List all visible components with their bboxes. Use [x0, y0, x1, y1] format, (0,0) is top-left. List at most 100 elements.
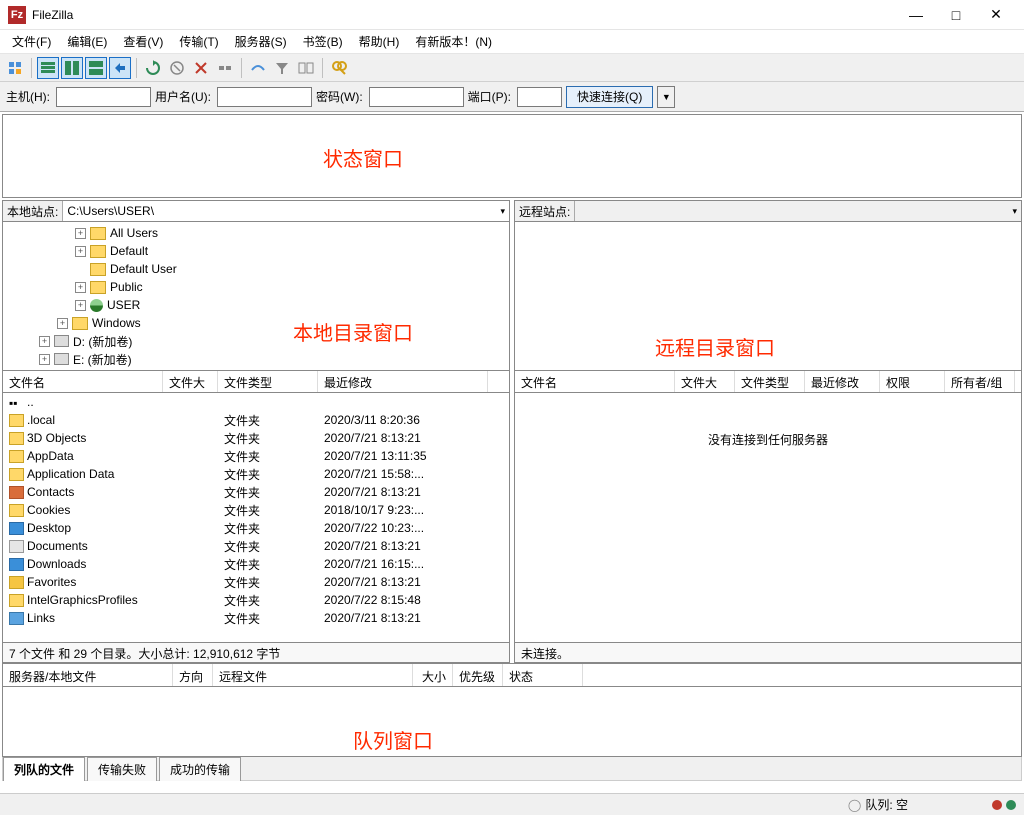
file-row[interactable]: 3D Objects文件夹2020/7/21 8:13:21 [3, 429, 509, 447]
port-input[interactable] [517, 87, 562, 107]
column-header[interactable]: 文件类型 [218, 371, 318, 392]
expander-icon[interactable]: + [75, 246, 86, 257]
remote-file-list-header[interactable]: 文件名文件大小文件类型最近修改权限所有者/组 [514, 371, 1022, 393]
process-queue-button[interactable] [166, 57, 188, 79]
tree-node[interactable]: +F: (新加卷) [3, 368, 509, 371]
sync-browse-button[interactable] [109, 57, 131, 79]
column-header[interactable]: 权限 [880, 371, 945, 392]
favorites-icon [9, 576, 24, 589]
contacts-icon [9, 486, 24, 499]
column-header[interactable]: 服务器/本地文件 [3, 664, 173, 686]
tree-node[interactable]: +D: (新加卷) [3, 332, 509, 350]
host-input[interactable] [56, 87, 151, 107]
menu-item[interactable]: 服务器(S) [227, 30, 295, 53]
expander-icon[interactable]: + [57, 318, 68, 329]
column-header[interactable]: 远程文件 [213, 664, 413, 686]
file-type: 文件夹 [218, 592, 318, 609]
reconnect-button[interactable] [247, 57, 269, 79]
expander-icon[interactable]: + [39, 336, 50, 347]
queue-tab[interactable]: 成功的传输 [159, 757, 241, 781]
column-header[interactable]: 方向 [173, 664, 213, 686]
user-icon [90, 299, 103, 312]
column-header[interactable]: 文件名 [3, 371, 163, 392]
file-row[interactable]: Favorites文件夹2020/7/21 8:13:21 [3, 573, 509, 591]
expander-icon[interactable]: + [75, 228, 86, 239]
tree-node[interactable]: +USER [3, 296, 509, 314]
toggle-tree-button[interactable] [61, 57, 83, 79]
file-row[interactable]: Application Data文件夹2020/7/21 15:58:... [3, 465, 509, 483]
disconnect-button[interactable] [214, 57, 236, 79]
column-header[interactable]: 状态 [503, 664, 583, 686]
file-modified: 2020/7/21 15:58:... [318, 467, 488, 481]
menu-item[interactable]: 查看(V) [115, 30, 171, 53]
column-header[interactable]: 所有者/组 [945, 371, 1015, 392]
tree-node[interactable]: +E: (新加卷) [3, 350, 509, 368]
file-modified: 2020/7/21 8:13:21 [318, 431, 488, 445]
cancel-button[interactable] [190, 57, 212, 79]
menu-item[interactable]: 编辑(E) [59, 30, 115, 53]
queue-body[interactable]: 队列窗口 [2, 687, 1022, 757]
menu-item[interactable]: 有新版本！(N) [407, 30, 500, 53]
tree-node[interactable]: Default User [3, 260, 509, 278]
tree-node[interactable]: +Public [3, 278, 509, 296]
column-header[interactable]: 文件类型 [735, 371, 805, 392]
file-row[interactable]: IntelGraphicsProfiles文件夹2020/7/22 8:15:4… [3, 591, 509, 609]
file-name: Cookies [27, 503, 70, 517]
file-row[interactable]: ▪▪.. [3, 393, 509, 411]
menu-item[interactable]: 文件(F) [4, 30, 59, 53]
file-row[interactable]: Downloads文件夹2020/7/21 16:15:... [3, 555, 509, 573]
window-title: FileZilla [32, 8, 896, 22]
expander-icon[interactable]: + [39, 354, 50, 365]
menu-item[interactable]: 书签(B) [295, 30, 351, 53]
expander-icon[interactable]: + [75, 300, 86, 311]
file-row[interactable]: AppData文件夹2020/7/21 13:11:35 [3, 447, 509, 465]
site-manager-button[interactable] [4, 57, 26, 79]
menu-item[interactable]: 帮助(H) [351, 30, 408, 53]
refresh-button[interactable] [142, 57, 164, 79]
local-directory-tree[interactable]: 本地目录窗口 +All Users+DefaultDefault User+Pu… [2, 222, 510, 371]
file-row[interactable]: Cookies文件夹2018/10/17 9:23:... [3, 501, 509, 519]
column-header[interactable]: 文件大小 [163, 371, 218, 392]
file-row[interactable]: Links文件夹2020/7/21 8:13:21 [3, 609, 509, 627]
file-row[interactable]: Documents文件夹2020/7/21 8:13:21 [3, 537, 509, 555]
toggle-log-button[interactable] [37, 57, 59, 79]
tree-node-label: F: (新加卷) [73, 369, 131, 372]
column-header[interactable]: 最近修改 [318, 371, 488, 392]
maximize-button[interactable]: □ [936, 1, 976, 29]
column-header[interactable]: 大小 [413, 664, 453, 686]
tree-node[interactable]: +Default [3, 242, 509, 260]
file-row[interactable]: Desktop文件夹2020/7/22 10:23:... [3, 519, 509, 537]
column-header[interactable]: 优先级 [453, 664, 503, 686]
tree-node[interactable]: +All Users [3, 224, 509, 242]
remote-path-combo[interactable]: ▾ [574, 201, 1021, 221]
file-row[interactable]: Contacts文件夹2020/7/21 8:13:21 [3, 483, 509, 501]
file-name: IntelGraphicsProfiles [27, 593, 138, 607]
tree-node[interactable]: +Windows [3, 314, 509, 332]
expander-icon[interactable]: + [75, 282, 86, 293]
local-file-list-header[interactable]: 文件名文件大小文件类型最近修改 [2, 371, 510, 393]
file-row[interactable]: .local文件夹2020/3/11 8:20:36 [3, 411, 509, 429]
toggle-queue-button[interactable] [85, 57, 107, 79]
message-log[interactable]: 状态窗口 [2, 114, 1022, 198]
column-header[interactable]: 最近修改 [805, 371, 880, 392]
password-input[interactable] [369, 87, 464, 107]
quickconnect-button[interactable]: 快速连接(Q) [566, 86, 653, 108]
column-header[interactable]: 文件名 [515, 371, 675, 392]
search-button[interactable] [328, 57, 350, 79]
local-path-combo[interactable]: C:\Users\USER\▾ [62, 201, 509, 221]
column-header[interactable]: 文件大小 [675, 371, 735, 392]
user-input[interactable] [217, 87, 312, 107]
queue-tab[interactable]: 列队的文件 [3, 757, 85, 781]
quickconnect-history-dropdown[interactable]: ▼ [657, 86, 675, 108]
menu-item[interactable]: 传输(T) [171, 30, 226, 53]
remote-file-list[interactable]: 没有连接到任何服务器 [514, 393, 1022, 643]
close-button[interactable]: ✕ [976, 1, 1016, 29]
filter-button[interactable] [271, 57, 293, 79]
local-file-list[interactable]: ▪▪...local文件夹2020/3/11 8:20:363D Objects… [2, 393, 510, 643]
minimize-button[interactable]: — [896, 1, 936, 29]
file-modified: 2020/3/11 8:20:36 [318, 413, 488, 427]
remote-directory-tree[interactable]: 远程目录窗口 [514, 222, 1022, 371]
queue-tab[interactable]: 传输失败 [87, 757, 157, 781]
compare-button[interactable] [295, 57, 317, 79]
queue-header[interactable]: 服务器/本地文件方向远程文件大小优先级状态 [2, 663, 1022, 687]
